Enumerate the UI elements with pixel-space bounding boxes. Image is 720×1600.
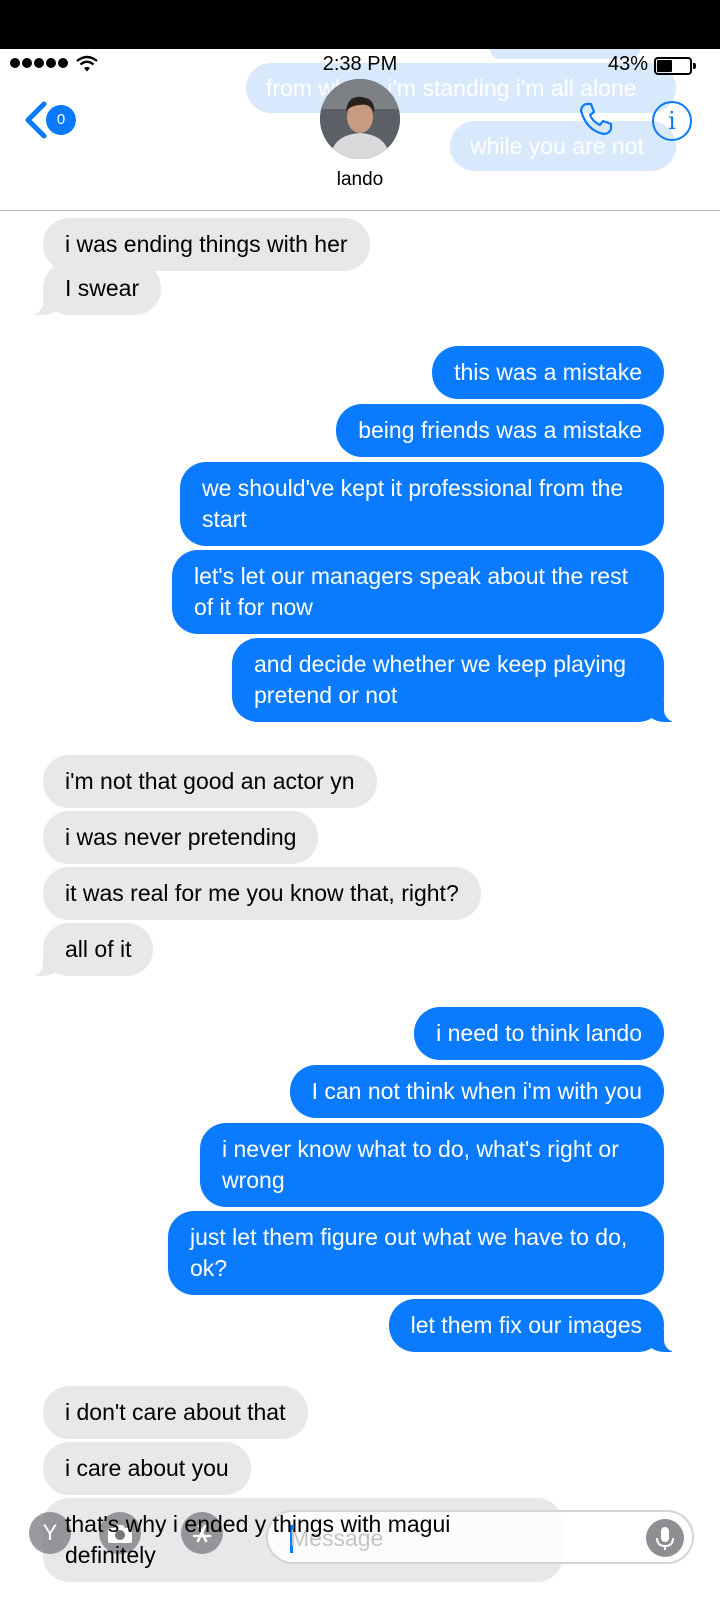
- unread-count-badge: 0: [46, 105, 76, 135]
- contact-avatar[interactable]: [320, 79, 400, 159]
- sent-message[interactable]: let them fix our images: [388, 1299, 683, 1352]
- chevron-left-icon: [25, 101, 47, 139]
- sent-message[interactable]: this was a mistake: [432, 346, 664, 399]
- received-message[interactable]: i care about you: [43, 1442, 251, 1495]
- received-message[interactable]: all of it: [24, 923, 154, 976]
- phone-icon[interactable]: [578, 101, 614, 142]
- sent-message[interactable]: I can not think when i'm with you: [289, 1065, 664, 1118]
- back-button[interactable]: 0: [24, 101, 76, 139]
- sent-message[interactable]: i need to think lando: [414, 1007, 664, 1060]
- top-black-bar: [0, 0, 720, 49]
- sent-message[interactable]: being friends was a mistake: [336, 404, 664, 457]
- battery-percent: 43%: [607, 53, 648, 75]
- received-message[interactable]: i was never pretending: [43, 811, 319, 864]
- avatar-photo: [320, 79, 400, 159]
- microphone-button[interactable]: [646, 1519, 684, 1557]
- info-icon[interactable]: i: [652, 101, 692, 141]
- received-message[interactable]: i don't care about that: [43, 1386, 308, 1439]
- sent-message[interactable]: and decide whether we keep playing prete…: [232, 638, 682, 722]
- sent-message[interactable]: just let them figure out what we have to…: [168, 1211, 664, 1295]
- received-message[interactable]: I swear: [24, 262, 162, 315]
- contact-name[interactable]: lando: [0, 169, 720, 191]
- received-message[interactable]: i'm not that good an actor yn: [43, 755, 377, 808]
- microphone-icon: [656, 1527, 674, 1550]
- battery-icon: [654, 57, 696, 75]
- sent-message[interactable]: let's let our managers speak about the r…: [172, 550, 664, 634]
- status-bar: 2:38 PM 43%: [0, 49, 720, 81]
- sent-message[interactable]: we should've kept it professional from t…: [180, 462, 664, 546]
- ghost-message: while you are not: [450, 121, 676, 171]
- message-thread[interactable]: i was ending things with her I swear thi…: [0, 211, 720, 1600]
- sent-message[interactable]: i never know what to do, what's right or…: [200, 1123, 664, 1207]
- received-message[interactable]: it was real for me you know that, right?: [43, 867, 481, 920]
